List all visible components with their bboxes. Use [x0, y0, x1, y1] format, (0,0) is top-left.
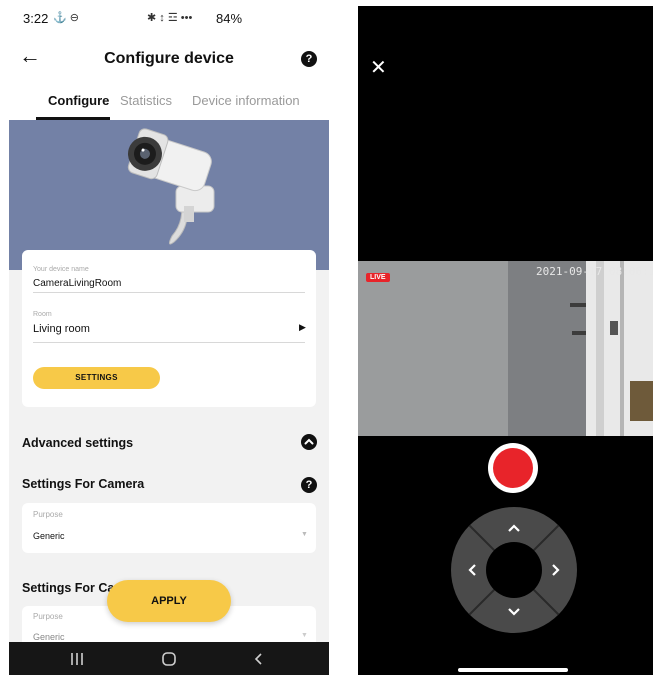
- security-camera-icon: [127, 128, 215, 245]
- battery-level: 84%: [216, 11, 243, 26]
- back-nav-icon[interactable]: [251, 651, 267, 667]
- chevron-up-icon[interactable]: [301, 434, 317, 450]
- live-badge: LIVE: [366, 273, 390, 282]
- configure-device-screen: 3:22 ⚓ ⊖ ✱ ↕ ☲ ••• 84% ← Configure devic…: [9, 0, 329, 675]
- room-label: Room: [33, 311, 52, 318]
- app-bar: ← Configure device ?: [9, 36, 329, 82]
- video-timestamp: 2021-09-17 08:06:15: [536, 265, 653, 278]
- ptz-direction-pad: [451, 507, 577, 633]
- tab-configure[interactable]: Configure: [48, 93, 109, 108]
- home-icon[interactable]: [161, 651, 177, 667]
- room-underline: [33, 342, 305, 343]
- home-indicator[interactable]: [458, 668, 568, 672]
- purpose-value-2: Generic: [33, 632, 65, 642]
- tab-statistics[interactable]: Statistics: [120, 93, 172, 108]
- video-frame-image: [358, 261, 653, 436]
- live-view-screen: ✕ LIVE 2021-09-17 08:06:15: [358, 6, 653, 675]
- status-bar: 3:22 ⚓ ⊖ ✱ ↕ ☲ ••• 84%: [9, 0, 329, 36]
- camera-settings-help-icon[interactable]: ?: [301, 477, 317, 493]
- settings-button[interactable]: SETTINGS: [33, 367, 160, 389]
- help-icon[interactable]: ?: [301, 51, 317, 67]
- camera-settings-heading: Settings For Camera: [22, 477, 145, 491]
- apply-button[interactable]: APPLY: [107, 580, 231, 622]
- advanced-settings-heading: Advanced settings: [22, 436, 134, 450]
- caret-right-icon[interactable]: ▶: [299, 322, 306, 333]
- system-nav-bar: [9, 642, 329, 675]
- status-time: 3:22: [23, 11, 49, 26]
- recent-apps-icon[interactable]: [69, 651, 85, 667]
- room-select[interactable]: Living room: [33, 323, 90, 335]
- device-name-label: Your device name: [33, 266, 89, 273]
- purpose-field[interactable]: Purpose Generic ▼: [22, 503, 316, 553]
- notification-icons: ⚓ ⊖: [53, 12, 79, 24]
- purpose-label: Purpose: [33, 510, 63, 519]
- camera-video-feed[interactable]: LIVE 2021-09-17 08:06:15: [358, 261, 653, 436]
- tab-bar: Configure Statistics Device information: [9, 82, 329, 120]
- purpose-value: Generic: [33, 531, 65, 541]
- tab-device-information[interactable]: Device information: [192, 93, 300, 108]
- device-name-underline: [33, 292, 305, 293]
- dropdown-arrow-icon: ▼: [301, 531, 308, 538]
- dropdown-arrow-icon-2: ▼: [301, 632, 308, 639]
- record-indicator: [493, 448, 533, 488]
- device-hero-banner: [9, 120, 329, 270]
- device-name-input[interactable]: CameraLivingRoom: [33, 278, 121, 289]
- page-title: Configure device: [104, 50, 234, 67]
- purpose-label-2: Purpose: [33, 612, 63, 621]
- connectivity-icons: ✱ ↕ ☲ •••: [147, 12, 193, 24]
- close-icon[interactable]: ✕: [370, 58, 387, 78]
